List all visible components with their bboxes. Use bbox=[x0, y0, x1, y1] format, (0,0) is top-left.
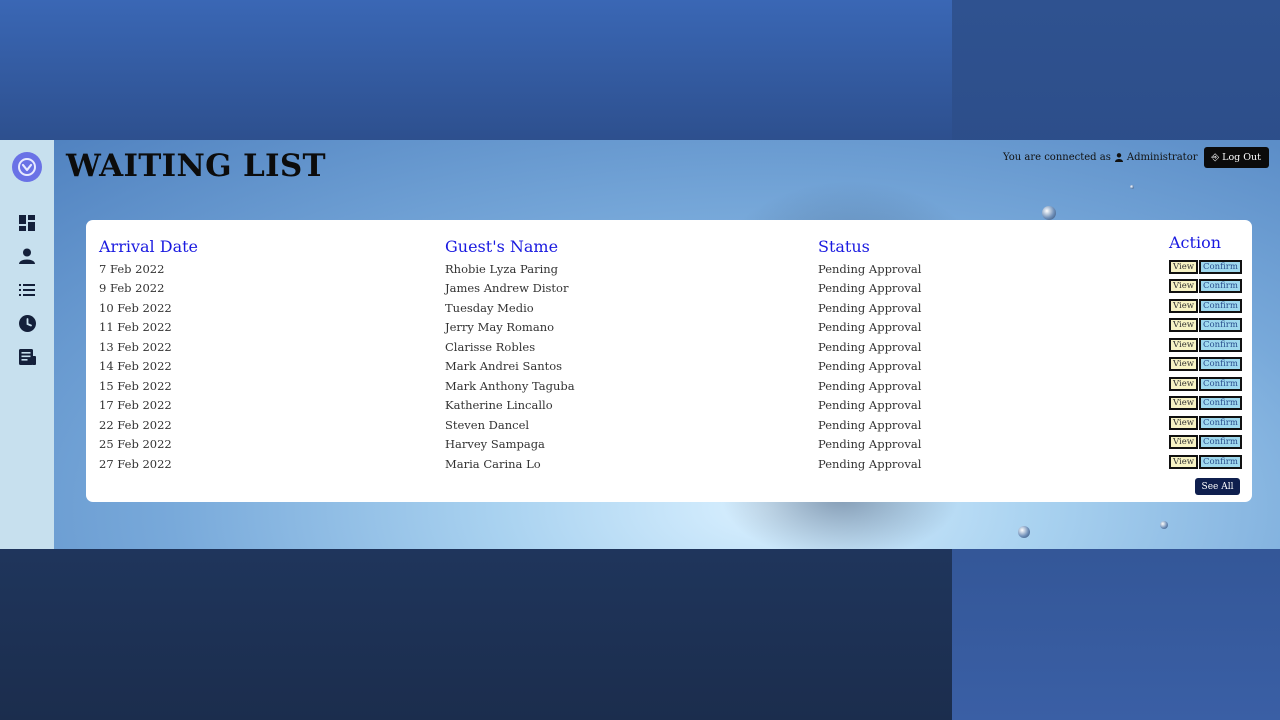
logout-icon: ⎆ bbox=[1211, 152, 1220, 163]
arrival-date-cell: 10 Feb 2022 bbox=[99, 300, 172, 315]
water-drop bbox=[1018, 526, 1030, 538]
guest-name-cell: James Andrew Distor bbox=[445, 281, 569, 296]
confirm-button[interactable]: Confirm bbox=[1199, 396, 1242, 411]
header-action: Action bbox=[1169, 233, 1221, 252]
view-button[interactable]: View bbox=[1169, 298, 1199, 313]
view-button[interactable]: View bbox=[1169, 260, 1199, 274]
logo-icon bbox=[18, 158, 36, 176]
arrival-date-cell: 9 Feb 2022 bbox=[99, 281, 165, 296]
view-button[interactable]: View bbox=[1169, 376, 1199, 391]
view-button[interactable]: View bbox=[1169, 454, 1199, 469]
status-cell: Pending Approval bbox=[818, 437, 922, 452]
guest-name-cell: Mark Andrei Santos bbox=[445, 359, 563, 374]
arrival-date-cell: 7 Feb 2022 bbox=[99, 262, 165, 276]
status-cell: Pending Approval bbox=[818, 417, 922, 432]
arrival-date-cell: 11 Feb 2022 bbox=[99, 320, 172, 335]
status-cell: Pending Approval bbox=[818, 262, 922, 276]
sidebar-item-users[interactable] bbox=[17, 246, 37, 266]
user-bar: You are connected as Administrator ⎆ Log… bbox=[1003, 147, 1269, 168]
dashboard-icon bbox=[19, 215, 35, 231]
report-icon bbox=[18, 349, 36, 365]
status-cell: Pending Approval bbox=[818, 281, 922, 296]
logout-button[interactable]: ⎆ Log Out bbox=[1203, 147, 1269, 168]
guest-name-cell: Clarisse Robles bbox=[445, 339, 536, 354]
arrival-date-cell: 14 Feb 2022 bbox=[99, 359, 172, 374]
confirm-button[interactable]: Confirm bbox=[1199, 357, 1242, 372]
clock-icon bbox=[18, 314, 36, 332]
logout-label: Log Out bbox=[1222, 152, 1261, 163]
header-status: Status bbox=[818, 237, 870, 256]
app-frame: WAITING LIST You are connected as Admini… bbox=[0, 140, 1280, 549]
view-button[interactable]: View bbox=[1169, 279, 1199, 294]
header-guest-name: Guest's Name bbox=[445, 237, 559, 256]
status-cell: Pending Approval bbox=[818, 359, 922, 374]
page-title: WAITING LIST bbox=[66, 148, 326, 184]
confirm-button[interactable]: Confirm bbox=[1199, 337, 1242, 352]
list-icon bbox=[19, 284, 35, 296]
status-cell: Pending Approval bbox=[818, 300, 922, 315]
header-arrival-date: Arrival Date bbox=[99, 237, 199, 256]
guest-name-cell: Katherine Lincallo bbox=[445, 398, 553, 413]
confirm-button[interactable]: Confirm bbox=[1199, 260, 1242, 274]
water-drop bbox=[1042, 206, 1056, 220]
arrival-date-cell: 27 Feb 2022 bbox=[99, 456, 172, 471]
sidebar-item-dashboard[interactable] bbox=[17, 213, 37, 233]
connected-label: You are connected as bbox=[1003, 152, 1111, 163]
guest-name-cell: Jerry May Romano bbox=[445, 320, 555, 335]
arrival-date-cell: 22 Feb 2022 bbox=[99, 417, 172, 432]
confirm-button[interactable]: Confirm bbox=[1199, 298, 1242, 313]
status-cell: Pending Approval bbox=[818, 398, 922, 413]
view-button[interactable]: View bbox=[1169, 318, 1199, 333]
view-button[interactable]: View bbox=[1169, 415, 1199, 430]
guest-name-cell: Rhobie Lyza Paring bbox=[445, 262, 559, 276]
confirm-button[interactable]: Confirm bbox=[1199, 318, 1242, 333]
status-cell: Pending Approval bbox=[818, 378, 922, 393]
arrival-date-cell: 17 Feb 2022 bbox=[99, 398, 172, 413]
sidebar-item-history[interactable] bbox=[17, 313, 37, 333]
water-drop bbox=[1160, 521, 1168, 529]
guest-name-cell: Maria Carina Lo bbox=[445, 456, 541, 471]
current-user-name: Administrator bbox=[1126, 152, 1198, 163]
arrival-date-cell: 13 Feb 2022 bbox=[99, 339, 172, 354]
status-cell: Pending Approval bbox=[818, 456, 922, 471]
status-cell: Pending Approval bbox=[818, 339, 922, 354]
view-button[interactable]: View bbox=[1169, 396, 1199, 411]
view-button[interactable]: View bbox=[1169, 435, 1199, 450]
confirm-button[interactable]: Confirm bbox=[1199, 415, 1242, 430]
confirm-button[interactable]: Confirm bbox=[1199, 376, 1242, 391]
user-icon bbox=[1114, 153, 1123, 162]
arrival-date-cell: 15 Feb 2022 bbox=[99, 378, 172, 393]
sidebar-item-reports[interactable] bbox=[17, 347, 37, 367]
guest-name-cell: Tuesday Medio bbox=[445, 300, 534, 315]
sidebar-item-list[interactable] bbox=[17, 280, 37, 300]
water-drop bbox=[1130, 185, 1134, 189]
confirm-button[interactable]: Confirm bbox=[1199, 435, 1242, 450]
sidebar bbox=[0, 140, 54, 549]
app-logo[interactable] bbox=[12, 152, 42, 182]
view-button[interactable]: View bbox=[1169, 337, 1199, 352]
status-cell: Pending Approval bbox=[818, 320, 922, 335]
guest-name-cell: Steven Dancel bbox=[445, 417, 530, 432]
confirm-button[interactable]: Confirm bbox=[1199, 454, 1242, 469]
user-icon bbox=[19, 248, 35, 264]
guest-name-cell: Mark Anthony Taguba bbox=[445, 378, 575, 393]
waiting-list-card: Arrival Date Guest's Name Status Action … bbox=[86, 220, 1252, 502]
guest-name-cell: Harvey Sampaga bbox=[445, 437, 545, 452]
confirm-button[interactable]: Confirm bbox=[1199, 279, 1242, 294]
view-button[interactable]: View bbox=[1169, 357, 1199, 372]
arrival-date-cell: 25 Feb 2022 bbox=[99, 437, 172, 452]
see-all-button[interactable]: See All bbox=[1195, 478, 1240, 495]
